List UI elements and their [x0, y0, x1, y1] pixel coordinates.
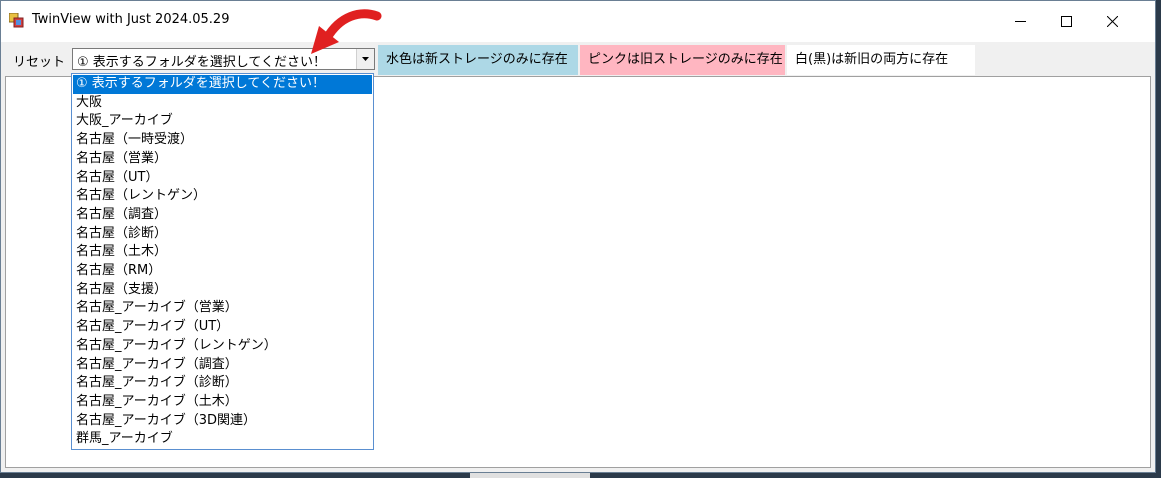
dropdown-option[interactable]: 名古屋_アーカイブ（レントゲン） — [73, 337, 372, 356]
dropdown-option[interactable]: 名古屋（支援） — [73, 281, 372, 300]
dropdown-option[interactable]: 名古屋_アーカイブ（調査） — [73, 356, 372, 375]
maximize-button[interactable] — [1043, 1, 1089, 42]
red-arrow-icon — [311, 9, 382, 54]
dropdown-option[interactable]: 名古屋_アーカイブ（営業） — [73, 299, 372, 318]
dropdown-option[interactable]: 群馬_アーカイブ — [73, 430, 372, 449]
dropdown-option[interactable]: 名古屋（一時受渡） — [73, 131, 372, 150]
dropdown-option[interactable]: ① 表示するフォルダを選択してください！ — [73, 75, 372, 94]
legend-new-only: 水色は新ストレージのみに存在 — [378, 45, 578, 75]
folder-select-value: ① 表示するフォルダを選択してください！ — [77, 55, 327, 70]
reset-button[interactable]: リセット — [13, 51, 65, 70]
legend-both: 白(黒)は新旧の両方に存在 — [787, 45, 975, 75]
close-icon — [1107, 16, 1118, 27]
dropdown-option[interactable]: 名古屋（UT） — [73, 169, 372, 188]
dropdown-option[interactable]: 名古屋_アーカイブ（3D関連） — [73, 412, 372, 431]
folder-dropdown-list[interactable]: ① 表示するフォルダを選択してください！ 大阪 大阪_アーカイブ 名古屋（一時受渡）名… — [71, 73, 374, 450]
dropdown-option[interactable]: 名古屋（営業） — [73, 150, 372, 169]
app-window-icon — [8, 12, 24, 28]
dropdown-option[interactable]: 名古屋（レントゲン） — [73, 187, 372, 206]
dropdown-option[interactable]: 名古屋（土木） — [73, 243, 372, 262]
dropdown-option[interactable]: 名古屋_アーカイブ（UT） — [73, 318, 372, 337]
maximize-icon — [1061, 16, 1072, 27]
dropdown-option[interactable]: 大阪_アーカイブ — [73, 112, 372, 131]
window-title: TwinView with Just 2024.05.29 — [32, 12, 230, 27]
dropdown-option[interactable]: 名古屋（診断） — [73, 225, 372, 244]
dropdown-option[interactable]: 大阪 — [73, 94, 372, 113]
dropdown-option[interactable]: 名古屋（調査） — [73, 206, 372, 225]
minimize-button[interactable] — [997, 1, 1043, 42]
dropdown-option[interactable]: 名古屋_アーカイブ（診断） — [73, 374, 372, 393]
toolbar: リセット ① 表示するフォルダを選択してください！ 水色は新ストレージのみに存在… — [1, 42, 1155, 75]
close-button[interactable] — [1089, 1, 1135, 42]
dropdown-option[interactable]: 名古屋（RM） — [73, 262, 372, 281]
dropdown-option[interactable]: 名古屋_アーカイブ（土木） — [73, 393, 372, 412]
minimize-icon — [1015, 21, 1026, 22]
title-bar[interactable]: TwinView with Just 2024.05.29 — [1, 1, 1155, 42]
legend-old-only: ピンクは旧ストレージのみに存在 — [580, 45, 785, 75]
